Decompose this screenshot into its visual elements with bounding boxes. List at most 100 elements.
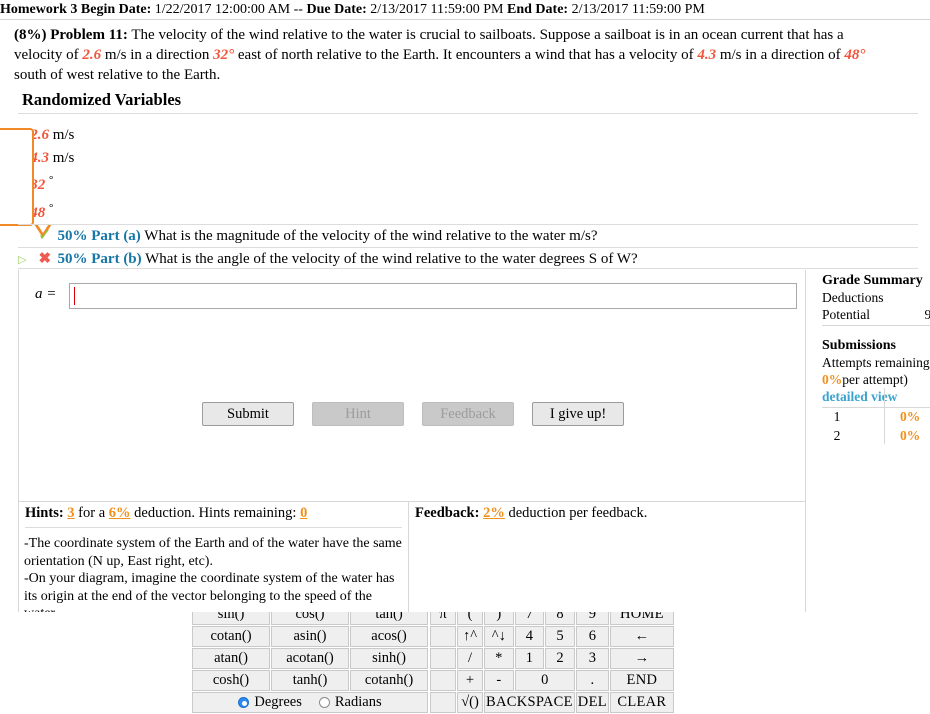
calc-key-subscript-down[interactable]: ^↓ [484,626,514,647]
calc-key-arrow-right[interactable]: → [610,648,674,669]
calc-key-acos[interactable]: acos() [350,626,428,647]
table-row: atan() acotan() sinh() [192,648,428,669]
calc-key-5[interactable]: 5 [545,626,575,647]
hint-item: -The coordinate system of the Earth and … [24,535,403,570]
problem-text-2: m/s in a direction [105,47,210,63]
tooltip-text: terial. [0,203,30,219]
part-a-label: 50% Part (a) [58,228,141,244]
calc-key-minus[interactable]: - [484,670,514,691]
calc-key-plus[interactable]: + [457,670,483,691]
hint-button[interactable]: Hint [312,402,404,426]
part-b-question: What is the angle of the velocity of the… [145,251,637,267]
grade-summary-sidebar: Grade Summary Deductions 0 Potential 94 … [822,272,930,446]
calculator-numeric-keypad[interactable]: π ( ) 7 8 9 HOME ↑^ ^↓ 4 5 6 ← / * [429,603,675,714]
potential-label: Potential [822,306,870,323]
red-x-icon: ✖ [36,248,54,270]
calculator-function-keys[interactable]: sin() cos() tan() cotan() asin() acos() … [191,603,429,714]
calc-key-atan[interactable]: atan() [192,648,270,669]
calc-key-blank [430,648,456,669]
per-attempt-text: per attempt) [842,372,908,387]
calc-key-cotanh[interactable]: cotanh() [350,670,428,691]
calc-key-arrow-left[interactable]: ← [610,626,674,647]
radians-radio[interactable] [319,697,330,708]
randomized-variable-row: = 32 ° [18,169,358,197]
hints-deduction-pct: 6% [109,505,131,521]
potential-row: Potential 94 [822,306,930,323]
calc-key-multiply[interactable]: * [484,648,514,669]
hints-label: Hints: [25,505,64,521]
table-row: + - 0 . END [430,670,674,691]
answer-input[interactable] [69,283,797,309]
calc-key-asin[interactable]: asin() [271,626,349,647]
give-up-button[interactable]: I give up! [532,402,624,426]
hint-item: -On your diagram, imagine the coordinate… [24,570,403,612]
calc-key-divide[interactable]: / [457,648,483,669]
answer-panel: a = sin() cos() tan() cotan() asin() aco… [18,270,806,501]
calc-key-tanh[interactable]: tanh() [271,670,349,691]
end-date-value: 2/13/2017 11:59:00 PM [572,2,705,17]
calc-key-sinh[interactable]: sinh() [350,648,428,669]
randomized-variable-row: = 48 ° [18,197,358,225]
sidebar-table-divider [884,388,885,444]
problem-text-3: east of north relative to the Earth. It … [238,47,694,63]
header-separator: -- [294,2,303,17]
begin-date-value: 1/22/2017 12:00:00 AM [155,2,290,17]
expand-triangle-icon[interactable]: ▷ [18,249,32,271]
calc-key-cosh[interactable]: cosh() [192,670,270,691]
detailed-view-row[interactable]: detailed view [822,388,930,405]
calc-key-superscript-up[interactable]: ↑^ [457,626,483,647]
per-attempt-row: 0%per attempt) [822,371,930,388]
per-attempt-pct: 0% [822,372,842,387]
attempt-row: 2 0% [822,427,930,446]
feedback-deduction-pct: 2% [483,505,505,521]
angle-mode-row[interactable]: Degrees Radians [192,692,428,713]
table-row: Degrees Radians [192,692,428,713]
text-caret [74,287,75,305]
calc-key-cotan[interactable]: cotan() [192,626,270,647]
part-row-a[interactable]: ✓ 50% Part (a) What is the magnitude of … [18,224,918,246]
calc-key-sqrt[interactable]: √() [457,692,483,713]
sidebar-spacer [822,326,930,337]
calc-key-0[interactable]: 0 [515,670,575,691]
rv-degree-symbol: ° [49,174,53,186]
hints-header: Hints: 3 for a 6% deduction. Hints remai… [19,502,408,526]
table-row: cosh() tanh() cotanh() [192,670,428,691]
calc-key-4[interactable]: 4 [515,626,545,647]
calc-key-acotan[interactable]: acotan() [271,648,349,669]
hints-count: 3 [67,505,74,521]
table-row: ↑^ ^↓ 4 5 6 ← [430,626,674,647]
submit-button[interactable]: Submit [202,402,294,426]
calc-key-3[interactable]: 3 [576,648,609,669]
potential-value: 94 [925,306,930,323]
calc-key-end[interactable]: END [610,670,674,691]
submissions-title: Submissions [822,337,930,354]
answer-variable-label: a = [35,286,56,303]
assignment-name: Homework 3 [0,2,77,17]
calc-key-clear[interactable]: CLEAR [610,692,674,713]
feedback-button[interactable]: Feedback [422,402,514,426]
due-date-label: Due Date: [306,2,366,17]
grade-summary-title: Grade Summary [822,272,930,289]
randomized-variables-heading: Randomized Variables [22,90,181,110]
attempt-number: 1 [822,408,852,425]
problem-value-current-speed: 2.6 [82,47,101,63]
calc-key-1[interactable]: 1 [515,648,545,669]
feedback-deduction-text: deduction per feedback. [508,505,647,521]
hints-body: -The coordinate system of the Earth and … [19,528,408,612]
end-date-label: End Date: [507,2,568,17]
attempt-number: 2 [822,427,852,444]
detailed-view-link[interactable]: detailed view [822,389,897,404]
calc-key-decimal[interactable]: . [576,670,609,691]
randomized-variable-row: = 2.6 m/s [18,124,358,147]
action-button-row: Submit Hint Feedback I give up! [33,402,793,426]
calc-key-2[interactable]: 2 [545,648,575,669]
feedback-header: Feedback: 2% deduction per feedback. [409,502,805,526]
calc-key-backspace[interactable]: BACKSPACE [484,692,575,713]
calculator-widget[interactable]: sin() cos() tan() cotan() asin() acos() … [191,603,675,714]
rv-unit: m/s [53,127,75,143]
calc-key-del[interactable]: DEL [576,692,609,713]
degrees-label: Degrees [254,694,302,711]
degrees-radio[interactable] [238,697,249,708]
calc-key-6[interactable]: 6 [576,626,609,647]
part-row-b[interactable]: ▷ ✖ 50% Part (b) What is the angle of th… [18,247,918,269]
